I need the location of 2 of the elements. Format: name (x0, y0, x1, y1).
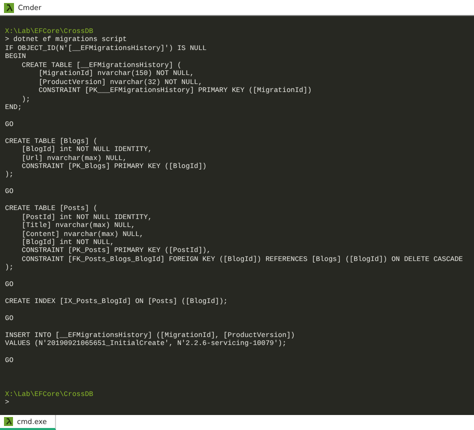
lambda-icon (4, 2, 14, 12)
lambda-icon (4, 417, 13, 426)
